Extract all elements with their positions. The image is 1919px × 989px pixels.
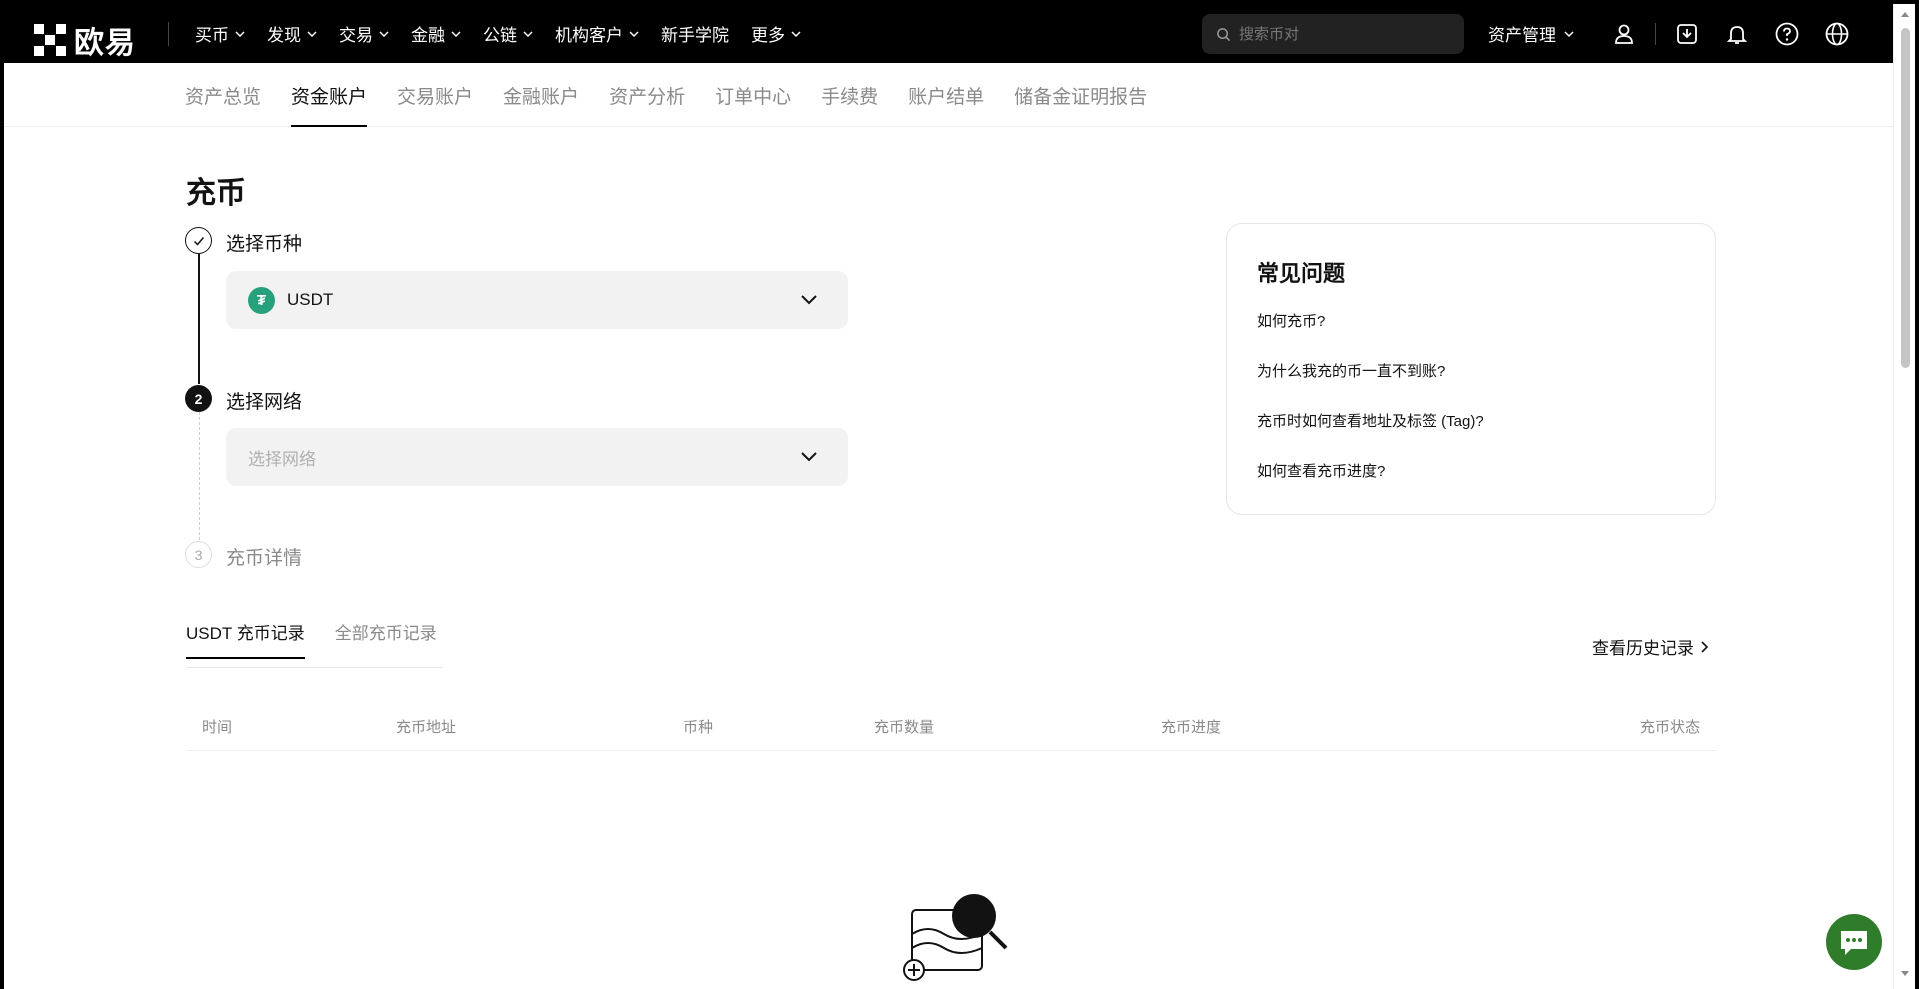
user-icon[interactable] [1611, 21, 1637, 47]
chevron-right-icon [1701, 640, 1709, 653]
empty-state-illustration [898, 894, 1018, 989]
step-2-label: 选择网络 [226, 392, 303, 413]
asset-management-menu[interactable]: 资产管理 [1488, 4, 1574, 63]
step-connector-pending [199, 412, 200, 540]
records-tabs: USDT 充币记录 全部充币记录 [186, 619, 467, 659]
step-1-label: 选择币种 [226, 234, 303, 255]
chevron-down-icon [801, 452, 817, 462]
coin-select-value: USDT [287, 290, 334, 309]
nav-item-label: 交易 [339, 26, 373, 45]
search-icon [1217, 27, 1231, 41]
tab-fees[interactable]: 手续费 [821, 63, 878, 127]
top-navbar: 欧易 买币 发现 交易 金融 公链 机构客户 新手学院 更多 资产管理 [4, 4, 1897, 63]
nav-item-chain[interactable]: 公链 [483, 21, 533, 46]
faq-link[interactable]: 充币时如何查看地址及标签 (Tag)? [1257, 412, 1685, 462]
support-chat-button[interactable] [1826, 914, 1882, 970]
nav-item-label: 金融 [411, 26, 445, 45]
logo-icon [34, 24, 66, 56]
account-tabs: 资产总览 资金账户 交易账户 金融账户 资产分析 订单中心 手续费 账户结单 储… [185, 63, 1177, 127]
network-select-placeholder: 选择网络 [248, 449, 316, 469]
search-input[interactable] [1239, 25, 1439, 43]
nav-item-finance[interactable]: 金融 [411, 21, 461, 46]
faq-title: 常见问题 [1257, 261, 1346, 286]
chevron-down-icon [629, 30, 639, 37]
page-title: 充币 [186, 177, 246, 210]
scroll-up-arrow-icon[interactable] [1900, 10, 1910, 18]
chevron-down-icon [379, 30, 389, 37]
coin-select[interactable]: ₮ USDT [226, 271, 848, 329]
chevron-down-icon [801, 295, 817, 305]
brand-logo[interactable]: 欧易 [34, 18, 136, 62]
nav-item-discover[interactable]: 发现 [267, 21, 317, 46]
view-history-label: 查看历史记录 [1592, 639, 1694, 658]
view-history-link[interactable]: 查看历史记录 [1592, 634, 1709, 659]
nav-item-label: 新手学院 [661, 26, 729, 45]
chevron-down-icon [523, 30, 533, 37]
column-header-time: 时间 [202, 719, 233, 736]
column-header-amount: 充币数量 [874, 719, 935, 736]
tab-finance-account[interactable]: 金融账户 [503, 63, 579, 127]
tab-proof-of-reserves[interactable]: 储备金证明报告 [1014, 63, 1147, 127]
search-box[interactable] [1202, 14, 1464, 54]
nav-item-label: 公链 [483, 26, 517, 45]
asset-management-label: 资产管理 [1488, 26, 1556, 45]
chevron-down-icon [451, 30, 461, 37]
tab-statements[interactable]: 账户结单 [908, 63, 984, 127]
faq-card: 常见问题 如何充币? 为什么我充的币一直不到账? 充币时如何查看地址及标签 (T… [1226, 223, 1716, 515]
chevron-down-icon [307, 30, 317, 37]
globe-icon[interactable] [1824, 21, 1850, 47]
tab-asset-overview[interactable]: 资产总览 [185, 63, 261, 127]
column-header-status: 充币状态 [1639, 719, 1700, 736]
brand-name: 欧易 [74, 27, 136, 60]
nav-item-label: 更多 [751, 26, 785, 45]
step-3-label: 充币详情 [226, 548, 303, 569]
faq-link[interactable]: 如何查看充币进度? [1257, 462, 1685, 512]
records-table-header: 时间 充币地址 币种 充币数量 充币进度 充币状态 [186, 704, 1716, 751]
download-icon[interactable] [1674, 21, 1700, 47]
scroll-down-arrow-icon[interactable] [1900, 970, 1910, 978]
faq-link[interactable]: 如何充币? [1257, 312, 1685, 362]
nav-item-trade[interactable]: 交易 [339, 21, 389, 46]
step-3-number: 3 [185, 541, 212, 568]
tab-all-deposit-records[interactable]: 全部充币记录 [335, 619, 437, 659]
tab-order-center[interactable]: 订单中心 [715, 63, 791, 127]
records-tabs-divider [186, 667, 443, 668]
nav-item-institutional[interactable]: 机构客户 [555, 21, 639, 46]
network-select[interactable]: 选择网络 [226, 428, 848, 486]
nav-item-label: 发现 [267, 26, 301, 45]
usdt-coin-icon: ₮ [248, 286, 275, 314]
step-2-number: 2 [185, 385, 212, 412]
nav-item-label: 买币 [195, 26, 229, 45]
column-header-address: 充币地址 [396, 719, 457, 736]
step-connector-done [198, 254, 200, 384]
column-header-coin: 币种 [683, 719, 714, 736]
faq-link[interactable]: 为什么我充的币一直不到账? [1257, 362, 1685, 412]
tab-trading-account[interactable]: 交易账户 [397, 63, 473, 127]
scrollbar-thumb[interactable] [1901, 28, 1910, 368]
main-nav: 买币 发现 交易 金融 公链 机构客户 新手学院 更多 [195, 4, 823, 63]
chevron-down-icon [791, 30, 801, 37]
nav-item-label: 机构客户 [555, 26, 623, 45]
account-subnav: 资产总览 资金账户 交易账户 金融账户 资产分析 订单中心 手续费 账户结单 储… [4, 63, 1897, 127]
bell-icon[interactable] [1724, 21, 1750, 47]
step-1-check-icon [185, 227, 212, 254]
chevron-down-icon [235, 30, 245, 37]
top-icon-bar [1611, 4, 1850, 63]
tab-asset-analysis[interactable]: 资产分析 [609, 63, 685, 127]
icon-divider [1655, 22, 1656, 45]
tab-funding-account[interactable]: 资金账户 [291, 63, 368, 127]
nav-item-buy-crypto[interactable]: 买币 [195, 21, 245, 46]
nav-item-more[interactable]: 更多 [751, 21, 801, 46]
nav-divider [168, 22, 169, 46]
app-window: 欧易 买币 发现 交易 金融 公链 机构客户 新手学院 更多 资产管理 [4, 4, 1897, 989]
nav-item-academy[interactable]: 新手学院 [661, 21, 729, 46]
column-header-progress: 充币进度 [1161, 719, 1222, 736]
tab-usdt-deposit-records[interactable]: USDT 充币记录 [186, 619, 305, 659]
chevron-down-icon [1564, 30, 1574, 37]
help-icon[interactable] [1774, 21, 1800, 47]
page-scrollbar[interactable] [1893, 4, 1915, 989]
chat-icon [1841, 931, 1867, 955]
